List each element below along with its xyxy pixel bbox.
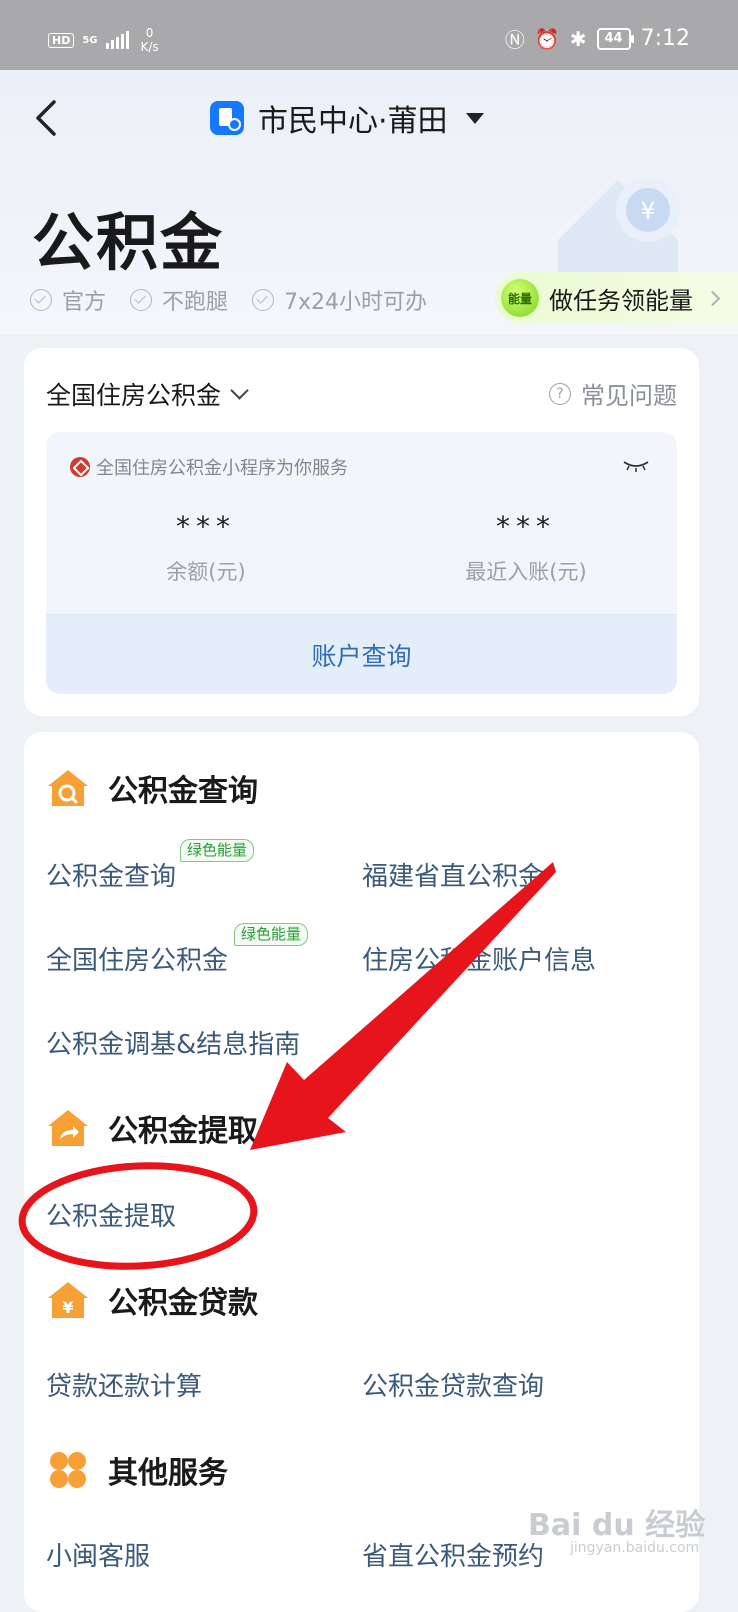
service-item-fund-query[interactable]: 公积金查询 — [46, 856, 176, 893]
section-title: 其他服务 — [108, 1456, 228, 1491]
faq-label: 常见问题 — [581, 382, 677, 410]
fund-selector-label: 全国住房公积金 — [46, 381, 222, 410]
housing-fund-logo-icon — [70, 457, 90, 477]
section-loan-header: ¥ 公积金贷款 — [46, 1278, 258, 1322]
energy-task-label: 做任务领能量 — [549, 286, 693, 315]
service-note: 全国住房公积金小程序为你服务 — [70, 454, 348, 480]
section-title: 公积金查询 — [108, 774, 258, 809]
service-item-fujian-fund[interactable]: 福建省直公积金 — [362, 856, 544, 893]
badge-label: 7x24小时可办 — [284, 290, 428, 315]
svg-text:¥: ¥ — [62, 1298, 73, 1317]
hide-eye-icon[interactable] — [623, 460, 649, 472]
section-title: 公积金提取 — [108, 1114, 258, 1149]
status-bar: HD 5G 0 K/s Ⓝ ⏰ ✱ 44 7:12 — [0, 0, 738, 70]
account-summary: 全国住房公积金小程序为你服务 *** 余额(元) *** 最近入账(元) 账户查… — [46, 432, 677, 694]
service-item-loan-calculator[interactable]: 贷款还款计算 — [46, 1366, 202, 1403]
four-petal-grid-icon — [50, 1452, 86, 1488]
svg-text:¥: ¥ — [640, 197, 655, 225]
network-type: 5G — [82, 34, 98, 46]
house-yuan-icon: ¥ — [48, 1282, 88, 1318]
page-title: 公积金 — [32, 206, 225, 279]
feature-badges: 官方 不跑腿 7x24小时可办 — [30, 284, 427, 316]
speed-unit: K/s — [140, 40, 159, 54]
check-icon — [30, 289, 52, 311]
service-note-text: 全国住房公积金小程序为你服务 — [96, 458, 348, 479]
speed-value: 0 — [145, 26, 154, 40]
badge-no-visit: 不跑腿 — [130, 284, 228, 316]
network-speed: 0 K/s — [141, 26, 159, 54]
hd-indicator: HD — [48, 32, 75, 48]
chevron-right-icon — [704, 290, 721, 306]
energy-task-button[interactable]: 能量 做任务领能量 — [495, 272, 738, 324]
badge-label: 不跑腿 — [162, 290, 229, 315]
service-item-fund-withdraw[interactable]: 公积金提取 — [46, 1196, 176, 1233]
baidu-watermark-url: jingyan.baidu.com — [570, 1540, 700, 1556]
back-arrow-icon[interactable] — [30, 98, 70, 138]
baidu-watermark: Bai du 经验 — [528, 1508, 706, 1543]
service-item-appointment[interactable]: 省直公积金预约 — [362, 1536, 544, 1573]
mini-app-icon — [210, 101, 244, 135]
fund-selector[interactable]: 全国住房公积金 — [46, 376, 249, 412]
badge-official: 官方 — [30, 284, 106, 316]
section-other-header: 其他服务 — [46, 1448, 228, 1492]
service-item-national-fund[interactable]: 全国住房公积金 — [46, 940, 228, 977]
balance-label: 余额(元) — [166, 560, 246, 584]
section-query-header: 公积金查询 — [46, 766, 258, 810]
chevron-down-icon — [230, 380, 249, 400]
recent-deposit-label: 最近入账(元) — [465, 560, 587, 584]
battery-icon: 44 — [596, 27, 634, 50]
balance-value: *** — [176, 510, 236, 543]
page-header: 市民中心·莆田 公积金 ¥ 官方 不跑腿 7x24小时可办 能量 做任务领能量 — [0, 70, 738, 335]
question-icon: ? — [549, 382, 571, 405]
house-search-icon — [48, 770, 88, 806]
account-query-button[interactable]: 账户查询 — [46, 614, 677, 694]
service-item-loan-query[interactable]: 公积金贷款查询 — [362, 1366, 544, 1403]
energy-ball-icon: 能量 — [501, 279, 539, 317]
signal-icon — [105, 31, 129, 49]
section-title: 公积金贷款 — [108, 1286, 258, 1321]
house-share-icon — [48, 1110, 88, 1146]
services-card: 公积金查询 公积金查询 绿色能量 福建省直公积金 全国住房公积金 绿色能量 住房… — [24, 732, 699, 1612]
badge-24h: 7x24小时可办 — [252, 284, 427, 316]
service-item-adjust-guide[interactable]: 公积金调基&结息指南 — [46, 1024, 300, 1061]
nfc-icon: Ⓝ — [504, 28, 525, 52]
section-withdraw-header: 公积金提取 — [46, 1106, 258, 1150]
green-energy-tag: 绿色能量 — [234, 923, 309, 946]
bluetooth-icon: ✱ — [569, 26, 587, 51]
account-card: 全国住房公积金 ? 常见问题 全国住房公积金小程序为你服务 *** 余额(元) … — [24, 348, 699, 716]
badge-label: 官方 — [62, 290, 107, 315]
faq-link[interactable]: ? 常见问题 — [549, 376, 677, 411]
service-item-account-info[interactable]: 住房公积金账户信息 — [362, 940, 596, 977]
alarm-icon: ⏰ — [534, 26, 560, 51]
service-item-customer-service[interactable]: 小闽客服 — [46, 1536, 150, 1573]
mini-app-title[interactable]: 市民中心·莆田 — [210, 96, 484, 140]
recent-deposit-value: *** — [496, 510, 556, 543]
mini-app-name: 市民中心·莆田 — [258, 104, 448, 139]
dropdown-caret-icon — [465, 112, 484, 124]
clock: 7:12 — [640, 26, 690, 51]
check-icon — [252, 289, 275, 311]
green-energy-tag: 绿色能量 — [180, 839, 255, 862]
check-icon — [130, 289, 153, 311]
